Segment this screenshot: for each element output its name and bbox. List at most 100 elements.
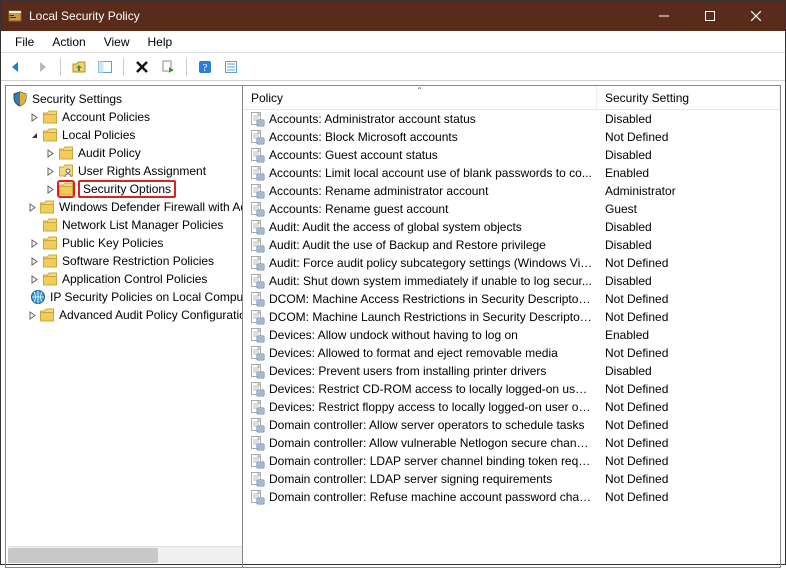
export-button[interactable] xyxy=(157,56,179,78)
folder-icon xyxy=(42,271,58,287)
policy-setting: Disabled xyxy=(597,220,780,234)
list-row[interactable]: Audit: Audit the use of Backup and Resto… xyxy=(243,236,780,254)
folder-user-icon xyxy=(58,163,74,179)
policy-file-icon xyxy=(249,345,265,361)
delete-button[interactable] xyxy=(131,56,153,78)
list-row[interactable]: Audit: Shut down system immediately if u… xyxy=(243,272,780,290)
tree-item[interactable]: User Rights Assignment xyxy=(8,162,242,180)
tree-item[interactable]: Audit Policy xyxy=(8,144,242,162)
policy-file-icon xyxy=(249,489,265,505)
tree-item[interactable]: Windows Defender Firewall with Advanced … xyxy=(8,198,242,216)
svg-text:?: ? xyxy=(203,62,208,74)
menu-action[interactable]: Action xyxy=(44,33,93,51)
tree-item[interactable]: Network List Manager Policies xyxy=(8,216,242,234)
tree-item-label: Software Restriction Policies xyxy=(62,254,214,268)
tree-item[interactable]: Account Policies xyxy=(8,108,242,126)
minimize-button[interactable] xyxy=(641,1,687,31)
policy-setting: Disabled xyxy=(597,112,780,126)
chevron-right-icon[interactable] xyxy=(28,201,37,213)
list-row[interactable]: DCOM: Machine Access Restrictions in Sec… xyxy=(243,290,780,308)
chevron-down-icon[interactable] xyxy=(28,129,40,141)
policy-name: DCOM: Machine Launch Restrictions in Sec… xyxy=(269,310,597,324)
tree-item[interactable]: IP Security Policies on Local Computer xyxy=(8,288,242,306)
list-row[interactable]: Devices: Allowed to format and eject rem… xyxy=(243,344,780,362)
tree-item[interactable]: Security Options xyxy=(8,180,242,198)
column-header-policy-label: Policy xyxy=(251,91,283,105)
list-row[interactable]: Devices: Restrict floppy access to local… xyxy=(243,398,780,416)
tree-item[interactable]: Advanced Audit Policy Configuration xyxy=(8,306,242,324)
policy-file-icon xyxy=(249,417,265,433)
shield-icon xyxy=(12,91,28,107)
list-row[interactable]: Accounts: Block Microsoft accountsNot De… xyxy=(243,128,780,146)
list-row[interactable]: Audit: Audit the access of global system… xyxy=(243,218,780,236)
tree-item[interactable]: Public Key Policies xyxy=(8,234,242,252)
tree-item[interactable]: Software Restriction Policies xyxy=(8,252,242,270)
list-row[interactable]: Accounts: Administrator account statusDi… xyxy=(243,110,780,128)
policy-name: Domain controller: LDAP server signing r… xyxy=(269,472,597,486)
properties-button[interactable] xyxy=(220,56,242,78)
list-row[interactable]: Accounts: Rename guest accountGuest xyxy=(243,200,780,218)
show-hide-tree-button[interactable] xyxy=(94,56,116,78)
policy-setting: Not Defined xyxy=(597,346,780,360)
list-row[interactable]: Devices: Restrict CD-ROM access to local… xyxy=(243,380,780,398)
maximize-button[interactable] xyxy=(687,1,733,31)
chevron-right-icon[interactable] xyxy=(28,255,40,267)
list-row[interactable]: Audit: Force audit policy subcategory se… xyxy=(243,254,780,272)
menu-help[interactable]: Help xyxy=(140,33,181,51)
column-header-setting[interactable]: Security Setting xyxy=(597,86,780,109)
chevron-right-icon[interactable] xyxy=(28,111,40,123)
menu-view[interactable]: View xyxy=(96,33,138,51)
chevron-right-icon[interactable] xyxy=(28,237,40,249)
policy-file-icon xyxy=(249,273,265,289)
toolbar-separator xyxy=(123,58,124,76)
tree-item[interactable]: Application Control Policies xyxy=(8,270,242,288)
policy-name: Audit: Force audit policy subcategory se… xyxy=(269,256,597,270)
policy-file-icon xyxy=(249,237,265,253)
scrollbar-thumb[interactable] xyxy=(8,548,158,563)
list-row[interactable]: DCOM: Machine Launch Restrictions in Sec… xyxy=(243,308,780,326)
close-button[interactable] xyxy=(733,1,779,31)
folder-icon xyxy=(58,145,74,161)
policy-setting: Guest xyxy=(597,202,780,216)
tree-item-label: User Rights Assignment xyxy=(78,164,206,178)
list-body[interactable]: Accounts: Administrator account statusDi… xyxy=(243,110,780,567)
list-row[interactable]: Domain controller: Refuse machine accoun… xyxy=(243,488,780,506)
tree-horizontal-scrollbar[interactable] xyxy=(8,546,242,563)
chevron-right-icon[interactable] xyxy=(44,147,56,159)
policy-name: DCOM: Machine Access Restrictions in Sec… xyxy=(269,292,597,306)
list-row[interactable]: Domain controller: Allow vulnerable Netl… xyxy=(243,434,780,452)
list-row[interactable]: Domain controller: Allow server operator… xyxy=(243,416,780,434)
content-split: Security Settings Account PoliciesLocal … xyxy=(5,85,781,568)
list-row[interactable]: Devices: Prevent users from installing p… xyxy=(243,362,780,380)
list-row[interactable]: Devices: Allow undock without having to … xyxy=(243,326,780,344)
tree[interactable]: Security Settings Account PoliciesLocal … xyxy=(8,90,242,546)
forward-button[interactable] xyxy=(31,56,53,78)
folder-icon xyxy=(58,181,74,197)
policy-setting: Not Defined xyxy=(597,436,780,450)
list-row[interactable]: Accounts: Rename administrator accountAd… xyxy=(243,182,780,200)
tree-item-label: Public Key Policies xyxy=(62,236,163,250)
column-header-policy[interactable]: ⌃ Policy xyxy=(243,86,597,109)
chevron-right-icon[interactable] xyxy=(44,183,56,195)
policy-name: Audit: Audit the access of global system… xyxy=(269,220,597,234)
list-row[interactable]: Accounts: Limit local account use of bla… xyxy=(243,164,780,182)
policy-setting: Not Defined xyxy=(597,472,780,486)
list-row[interactable]: Domain controller: LDAP server channel b… xyxy=(243,452,780,470)
help-button[interactable]: ? xyxy=(194,56,216,78)
chevron-right-icon[interactable] xyxy=(44,165,56,177)
tree-item-label: Advanced Audit Policy Configuration xyxy=(59,308,242,322)
up-folder-button[interactable] xyxy=(68,56,90,78)
tree-root[interactable]: Security Settings xyxy=(8,90,242,108)
tree-item-label: Application Control Policies xyxy=(62,272,207,286)
menu-file[interactable]: File xyxy=(7,33,42,51)
chevron-right-icon[interactable] xyxy=(28,309,37,321)
back-button[interactable] xyxy=(5,56,27,78)
chevron-right-icon[interactable] xyxy=(28,273,40,285)
policy-setting: Not Defined xyxy=(597,292,780,306)
list-row[interactable]: Accounts: Guest account statusDisabled xyxy=(243,146,780,164)
tree-item[interactable]: Local Policies xyxy=(8,126,242,144)
policy-name: Devices: Restrict floppy access to local… xyxy=(269,400,597,414)
list-row[interactable]: Domain controller: LDAP server signing r… xyxy=(243,470,780,488)
toolbar: ? xyxy=(1,53,785,81)
policy-setting: Not Defined xyxy=(597,454,780,468)
